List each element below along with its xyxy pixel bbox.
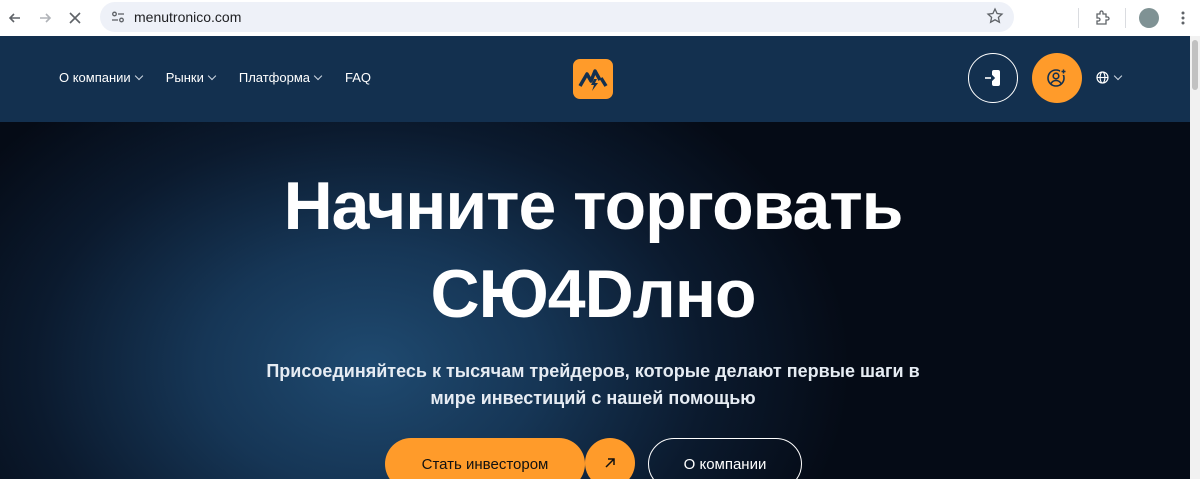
chevron-down-icon xyxy=(313,71,323,81)
toolbar-divider xyxy=(1125,8,1126,28)
scrollbar-thumb[interactable] xyxy=(1192,40,1198,90)
forward-icon[interactable] xyxy=(30,3,60,33)
menu-item-platform[interactable]: Платформа xyxy=(239,70,323,85)
menu-item-faq[interactable]: FAQ xyxy=(345,70,371,85)
browser-toolbar: menutronico.com xyxy=(0,0,1200,36)
brand-logo-icon[interactable] xyxy=(573,59,613,99)
site-header: О компании Рынки Платформа FAQ xyxy=(0,36,1200,122)
profile-avatar[interactable] xyxy=(1132,1,1166,35)
url-text[interactable]: menutronico.com xyxy=(134,9,241,25)
language-selector[interactable] xyxy=(1096,71,1123,84)
stop-icon[interactable] xyxy=(60,3,90,33)
chevron-down-icon xyxy=(1113,71,1123,81)
back-icon[interactable] xyxy=(0,3,30,33)
website-viewport: О компании Рынки Платформа FAQ Начните т… xyxy=(0,36,1200,479)
become-investor-button[interactable]: Стать инвестором xyxy=(385,438,585,479)
login-icon xyxy=(985,70,1000,86)
chevron-down-icon xyxy=(134,71,143,81)
register-button[interactable] xyxy=(1032,53,1082,103)
main-menu: О компании Рынки Платформа FAQ xyxy=(59,70,371,85)
address-bar[interactable]: menutronico.com xyxy=(100,2,1014,32)
chevron-down-icon xyxy=(207,71,217,81)
site-info-icon[interactable] xyxy=(102,9,134,25)
hero-subtitle: Присоединяйтесь к тысячам трейдеров, кот… xyxy=(266,361,920,408)
scrollbar[interactable] xyxy=(1190,36,1200,479)
more-icon[interactable] xyxy=(1166,1,1200,35)
globe-icon xyxy=(1096,71,1109,84)
bookmark-star-icon[interactable] xyxy=(986,7,1004,30)
extensions-icon[interactable] xyxy=(1085,1,1119,35)
toolbar-divider xyxy=(1078,8,1079,28)
hero-title: Начните торговать СЮ4Dлно xyxy=(283,168,904,332)
arrow-up-right-icon[interactable] xyxy=(585,438,635,479)
menu-item-company[interactable]: О компании xyxy=(59,70,143,85)
login-button[interactable] xyxy=(968,53,1018,103)
menu-item-markets[interactable]: Рынки xyxy=(166,70,217,85)
about-company-button[interactable]: О компании xyxy=(648,438,802,479)
user-add-icon xyxy=(1047,68,1067,87)
